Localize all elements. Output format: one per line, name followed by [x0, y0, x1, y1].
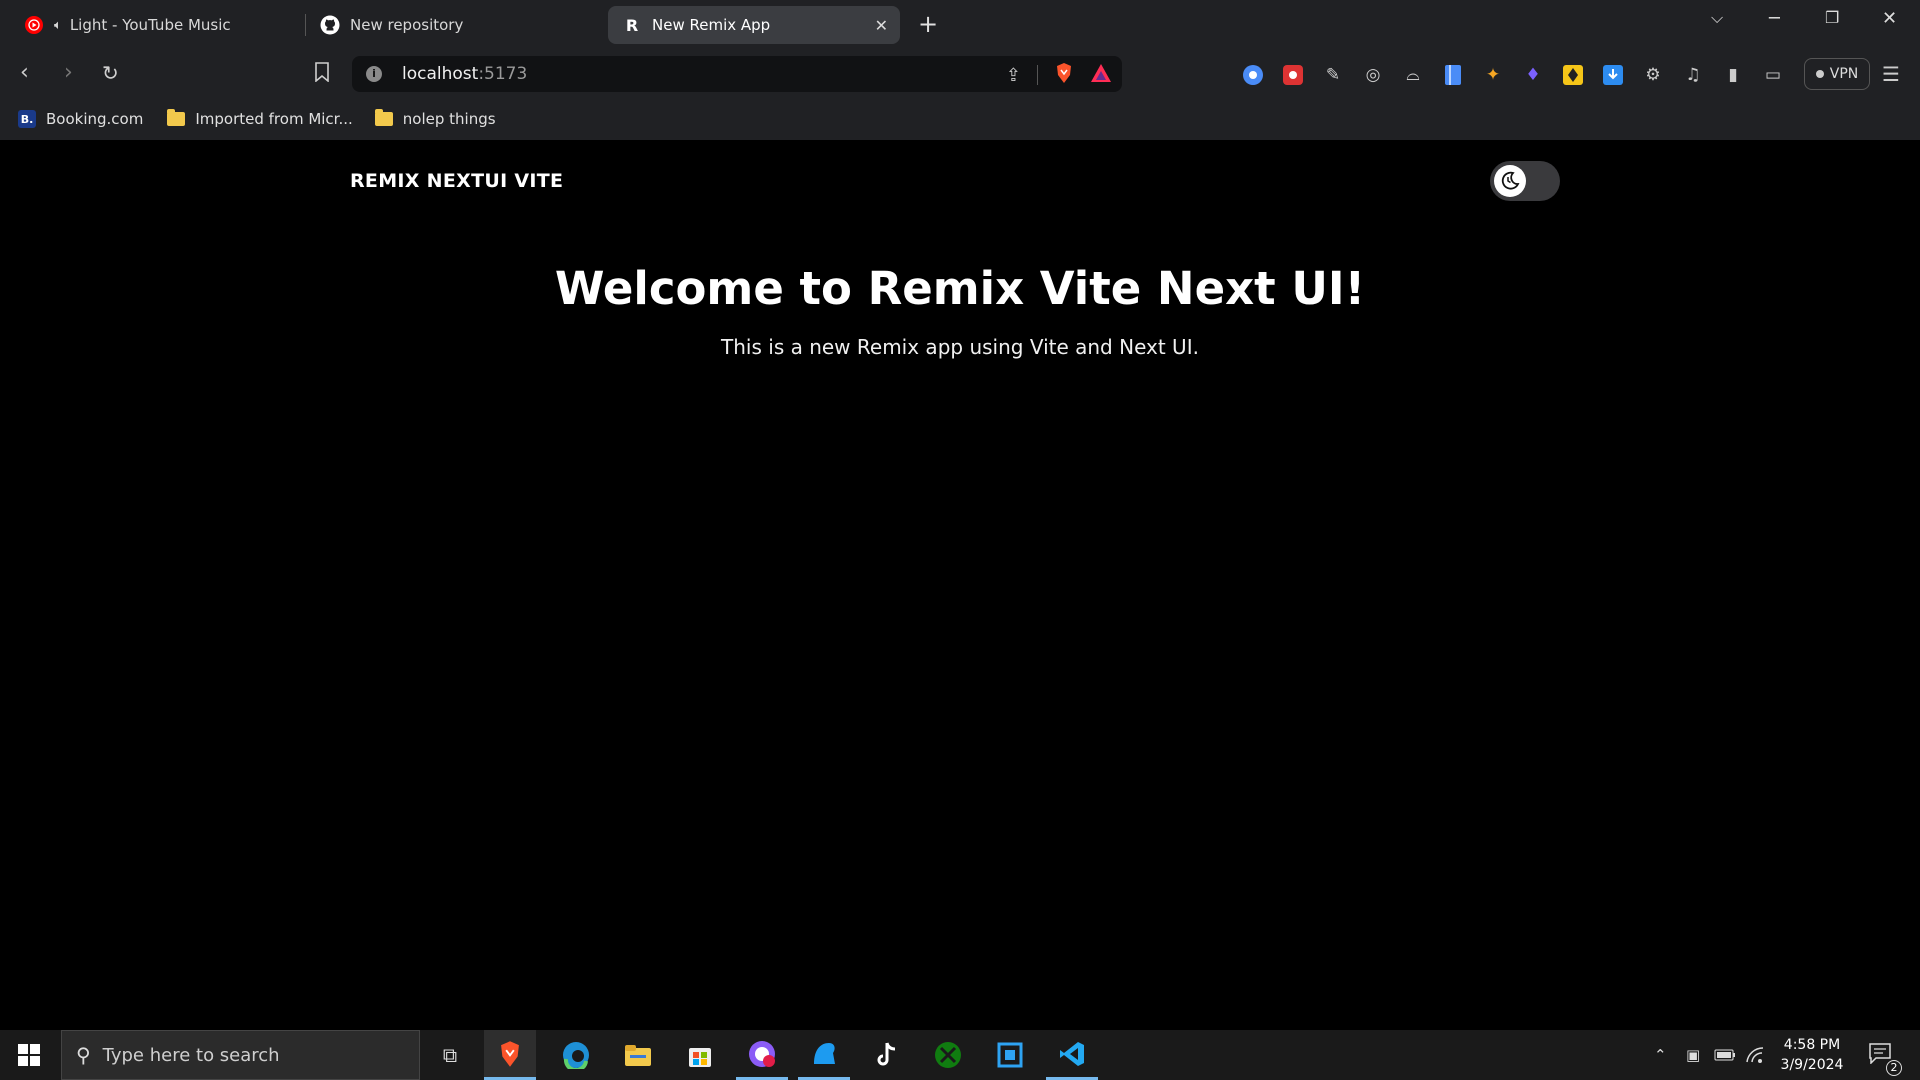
- page-content: REMIX NEXTUI VITE Welcome to Remix Vite …: [0, 140, 1920, 1030]
- wifi-icon[interactable]: [1746, 1030, 1764, 1080]
- wallet-icon[interactable]: ▭: [1760, 62, 1786, 88]
- browser-chrome: 🔈︎ Light - YouTube Music New repository …: [0, 0, 1920, 140]
- url-text: localhost:5173: [402, 64, 528, 84]
- tiktok-icon[interactable]: [860, 1030, 912, 1080]
- brand-logo[interactable]: REMIX NEXTUI VITE: [350, 170, 563, 192]
- microsoft-store-icon[interactable]: [674, 1030, 726, 1080]
- folder-icon: [167, 109, 186, 126]
- youtube-music-icon: [24, 15, 44, 35]
- menu-icon[interactable]: ☰: [1882, 62, 1900, 86]
- tab-youtube-music[interactable]: 🔈︎ Light - YouTube Music: [10, 6, 300, 44]
- page-subtitle: This is a new Remix app using Vite and N…: [721, 335, 1199, 359]
- task-view-icon[interactable]: ⧉: [424, 1030, 476, 1080]
- bookmark-icon[interactable]: [314, 62, 330, 88]
- navigation-bar: ‹ › ↻ i localhost:5173 ⇪ ✎ ◎ ⌓ ✦ ♦ ⚙ ♫ ▮…: [0, 52, 1920, 96]
- tab-new-repository[interactable]: New repository: [306, 6, 596, 44]
- extensions-bar: ✎ ◎ ⌓ ✦ ♦ ⚙ ♫ ▮ ▭: [1240, 62, 1786, 88]
- share-icon[interactable]: ⇪: [1006, 65, 1021, 86]
- glasses-extension-icon[interactable]: ⌓: [1400, 62, 1426, 88]
- moon-icon: [1494, 165, 1526, 197]
- sidebar-toggle-icon[interactable]: ▮: [1720, 62, 1746, 88]
- bookmark-booking[interactable]: B. Booking.com: [18, 110, 143, 128]
- back-icon[interactable]: ‹: [20, 62, 29, 84]
- speaker-icon[interactable]: 🔈︎: [54, 18, 62, 33]
- search-icon: ⚲: [76, 1043, 91, 1067]
- meet-now-icon[interactable]: ▣: [1686, 1030, 1700, 1080]
- bookmark-label: Booking.com: [46, 110, 144, 128]
- lens-extension-icon[interactable]: [1240, 62, 1266, 88]
- flame-extension-icon[interactable]: ♦: [1520, 62, 1546, 88]
- xbox-icon[interactable]: [922, 1030, 974, 1080]
- brave-taskbar-icon[interactable]: [484, 1030, 536, 1080]
- taskbar-search-input[interactable]: ⚲ Type here to search: [61, 1030, 420, 1080]
- download-extension-icon[interactable]: [1600, 62, 1626, 88]
- tab-title: New Remix App: [652, 16, 771, 34]
- edge-taskbar-icon[interactable]: [550, 1030, 602, 1080]
- docs-extension-icon[interactable]: [1440, 62, 1466, 88]
- tab-title: New repository: [350, 16, 464, 34]
- puzzle-red-extension-icon[interactable]: [1280, 62, 1306, 88]
- tab-strip: 🔈︎ Light - YouTube Music New repository …: [0, 0, 1920, 49]
- address-bar[interactable]: i localhost:5173 ⇪: [352, 56, 1122, 92]
- battery-icon[interactable]: [1714, 1030, 1736, 1080]
- page-title: Welcome to Remix Vite Next UI!: [554, 262, 1366, 315]
- clock-time: 4:58 PM: [1783, 1037, 1841, 1053]
- show-hidden-icons[interactable]: ⌃: [1654, 1030, 1667, 1080]
- site-info-icon[interactable]: i: [366, 66, 382, 82]
- bookmarks-bar: B. Booking.com Imported from Micr... nol…: [0, 104, 496, 134]
- eyedropper-icon[interactable]: ✎: [1320, 62, 1346, 88]
- bookmark-label: Imported from Micr...: [195, 110, 353, 128]
- restore-icon[interactable]: ❐: [1825, 8, 1839, 27]
- bookmark-folder-nolep[interactable]: nolep things: [374, 109, 496, 128]
- chat-app-icon[interactable]: [736, 1030, 788, 1080]
- search-placeholder: Type here to search: [102, 1044, 280, 1066]
- close-tab-icon[interactable]: ✕: [875, 16, 888, 35]
- brave-shields-icon[interactable]: [1054, 62, 1074, 88]
- minimize-icon[interactable]: ─: [1769, 8, 1780, 29]
- windows-start-icon[interactable]: [18, 1044, 40, 1066]
- target-extension-icon[interactable]: ◎: [1360, 62, 1386, 88]
- media-controls-icon[interactable]: ♫: [1680, 62, 1706, 88]
- close-window-icon[interactable]: ✕: [1882, 8, 1897, 29]
- new-tab-button[interactable]: +: [918, 10, 938, 38]
- yellow-extension-icon[interactable]: [1560, 62, 1586, 88]
- booking-icon: B.: [18, 110, 36, 128]
- file-explorer-icon[interactable]: [612, 1030, 664, 1080]
- taskbar-clock[interactable]: 4:58 PM 3/9/2024: [1772, 1035, 1852, 1075]
- vscode-icon[interactable]: [1046, 1030, 1098, 1080]
- vpn-status-icon: [1815, 70, 1824, 78]
- vpn-button[interactable]: VPN: [1804, 58, 1870, 90]
- forward-icon[interactable]: ›: [64, 62, 73, 84]
- reload-icon[interactable]: ↻: [102, 62, 119, 84]
- bookmark-folder-imported[interactable]: Imported from Micr...: [167, 109, 353, 128]
- visual-studio-app-icon[interactable]: [984, 1030, 1036, 1080]
- honey-extension-icon[interactable]: ✦: [1480, 62, 1506, 88]
- clock-date: 3/9/2024: [1780, 1057, 1844, 1073]
- tab-search-chevron-icon[interactable]: ⌵: [1711, 8, 1723, 28]
- tab-title: Light - YouTube Music: [69, 16, 231, 34]
- extensions-puzzle-icon[interactable]: ⚙: [1640, 62, 1666, 88]
- notification-center[interactable]: 2: [1868, 1042, 1902, 1076]
- tab-new-remix-app[interactable]: R New Remix App ✕: [608, 6, 900, 44]
- bird-app-icon[interactable]: [798, 1030, 850, 1080]
- notification-badge: 2: [1886, 1060, 1902, 1076]
- github-icon: [320, 15, 340, 35]
- theme-toggle[interactable]: [1490, 161, 1560, 201]
- brave-rewards-icon[interactable]: [1090, 63, 1112, 87]
- folder-icon: [374, 109, 393, 126]
- omnibox-divider: [1037, 65, 1038, 85]
- remix-icon: R: [625, 15, 639, 35]
- bookmark-label: nolep things: [402, 110, 496, 128]
- taskbar: ⚲ Type here to search ⧉ ⌃ ▣ 4:58 PM 3/9/…: [0, 1030, 1920, 1080]
- vpn-label: VPN: [1829, 66, 1859, 82]
